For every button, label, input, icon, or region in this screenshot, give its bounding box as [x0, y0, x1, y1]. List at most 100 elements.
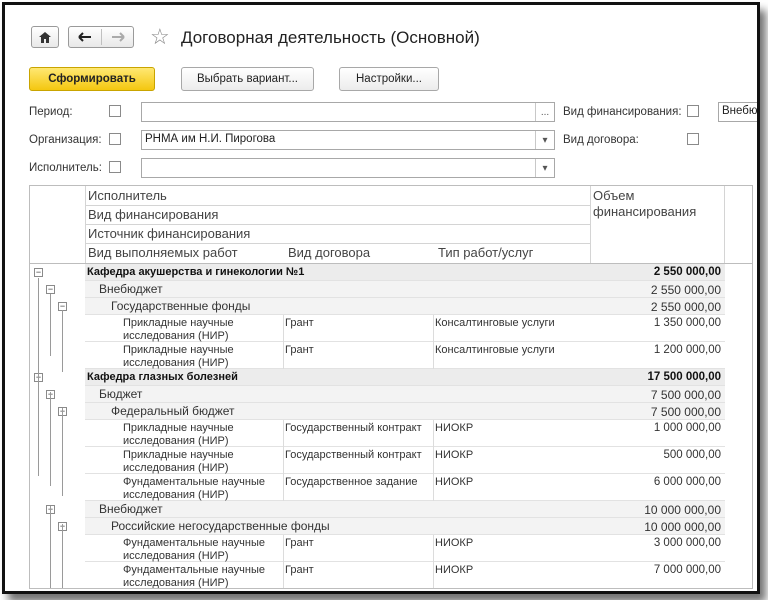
row-name: Кафедра глазных болезней	[87, 371, 238, 383]
executor-label: Исполнитель:	[29, 162, 102, 174]
row-name: Фундаментальные научные исследования (НИ…	[123, 537, 265, 562]
row-amount: 7 500 000,00	[650, 405, 721, 419]
row-amount: 2 550 000,00	[650, 283, 721, 297]
table-row[interactable]: Фундаментальные научные исследования (НИ…	[85, 562, 725, 589]
group-row[interactable]: Федеральный бюджет 7 500 000,00	[85, 403, 725, 420]
table-row[interactable]: Прикладные научные исследования (НИР) Гос…	[85, 447, 725, 474]
org-dropdown-button[interactable]: ▾	[535, 131, 554, 149]
group-row[interactable]: Государственные фонды 2 550 000,00	[85, 298, 725, 315]
row-amount: 2 550 000,00	[653, 266, 721, 278]
arrow-left-icon	[78, 32, 91, 42]
page-title: Договорная деятельность (Основной)	[181, 28, 480, 47]
executor-dropdown-button[interactable]: ▾	[535, 159, 554, 177]
header-divider	[590, 186, 591, 263]
row-amount: 7 000 000,00	[653, 564, 721, 576]
column-divider	[433, 562, 434, 588]
row-name: Российские негосударственные фонды	[111, 519, 330, 533]
row-name: Внебюджет	[99, 282, 163, 296]
table-row[interactable]: Прикладные научные исследования (НИР) Гра…	[85, 342, 725, 369]
group-row[interactable]: Кафедра акушерства и гинекологии №1 2 550…	[85, 264, 725, 281]
star-icon[interactable]: ☆	[150, 24, 170, 50]
org-field[interactable]: РНМА им Н.И. Пирогова ▾	[141, 130, 555, 150]
header-divider	[85, 224, 590, 225]
group-row[interactable]: Внебюджет 10 000 000,00	[85, 501, 725, 518]
back-button[interactable]	[69, 27, 101, 47]
period-checkbox[interactable]	[109, 105, 121, 117]
period-field[interactable]: ...	[141, 102, 555, 122]
table-row[interactable]: Прикладные научные исследования (НИР) Гос…	[85, 420, 725, 447]
row-service-type: НИОКР	[435, 564, 474, 576]
column-divider	[283, 535, 284, 562]
table-row[interactable]: Фундаментальные научные исследования (НИ…	[85, 535, 725, 562]
row-name: Федеральный бюджет	[111, 404, 235, 418]
col-fin-source: Источник финансирования	[88, 226, 251, 241]
column-divider	[433, 420, 434, 447]
tree-line	[50, 392, 51, 486]
row-amount: 1 350 000,00	[653, 317, 721, 329]
generate-button[interactable]: Сформировать	[29, 67, 155, 91]
row-contract-type: Грант	[285, 344, 314, 356]
row-service-type: НИОКР	[435, 537, 474, 549]
col-work-type: Вид выполняемых работ	[88, 245, 238, 260]
fin-type-label: Вид финансирования:	[563, 106, 682, 118]
column-divider	[283, 562, 284, 588]
table-row[interactable]: Прикладные научные исследования (НИР) Гра…	[85, 315, 725, 342]
row-amount: 17 500 000,00	[647, 371, 721, 383]
header-divider	[85, 243, 590, 244]
report-table[interactable]: Исполнитель Вид финансирования Источник …	[29, 185, 753, 589]
group-row[interactable]: Внебюджет 2 550 000,00	[85, 281, 725, 298]
row-amount: 1 000 000,00	[653, 422, 721, 434]
row-name: Прикладные научные исследования (НИР)	[123, 317, 234, 342]
row-amount: 3 000 000,00	[653, 537, 721, 549]
home-button[interactable]	[31, 26, 59, 48]
column-divider	[433, 342, 434, 369]
column-divider	[283, 342, 284, 369]
row-amount: 1 200 000,00	[653, 344, 721, 356]
row-amount: 500 000,00	[663, 449, 721, 461]
row-name: Фундаментальные научные исследования (НИ…	[123, 564, 265, 589]
collapse-toggle-icon[interactable]: −	[34, 268, 43, 277]
tree-line	[38, 278, 39, 476]
group-row[interactable]: Кафедра глазных болезней 17 500 000,00	[85, 369, 725, 386]
row-name: Прикладные научные исследования (НИР)	[123, 449, 234, 474]
select-variant-button[interactable]: Выбрать вариант...	[181, 67, 314, 91]
group-row[interactable]: Российские негосударственные фонды 10 000…	[85, 518, 725, 535]
tree-line	[50, 294, 51, 356]
column-divider	[433, 474, 434, 501]
row-name: Прикладные научные исследования (НИР)	[123, 344, 234, 369]
row-name: Бюджет	[99, 387, 143, 401]
home-icon	[39, 31, 51, 43]
org-checkbox[interactable]	[109, 133, 121, 145]
row-name: Государственные фонды	[111, 299, 251, 313]
table-row[interactable]: Фундаментальные научные исследования (НИ…	[85, 474, 725, 501]
row-contract-type: Грант	[285, 537, 314, 549]
executor-field[interactable]: ▾	[141, 158, 555, 178]
collapse-toggle-icon[interactable]: −	[46, 285, 55, 294]
group-row[interactable]: Бюджет 7 500 000,00	[85, 386, 725, 403]
row-amount: 2 550 000,00	[650, 300, 721, 314]
tree-line	[62, 310, 63, 372]
fin-type-field[interactable]: Внебю	[718, 102, 757, 122]
row-contract-type: Государственный контракт	[285, 422, 422, 434]
row-amount: 7 500 000,00	[650, 388, 721, 402]
period-select-button[interactable]: ...	[535, 103, 554, 121]
row-service-type: НИОКР	[435, 449, 474, 461]
forward-button[interactable]	[102, 27, 134, 47]
column-divider	[283, 474, 284, 501]
row-service-type: НИОКР	[435, 476, 474, 488]
header-divider	[724, 186, 725, 263]
contract-type-checkbox[interactable]	[687, 133, 699, 145]
header-divider	[85, 186, 86, 263]
executor-checkbox[interactable]	[109, 161, 121, 173]
arrow-right-icon	[112, 32, 125, 42]
settings-button[interactable]: Настройки...	[339, 67, 439, 91]
tree-line	[62, 408, 63, 496]
report-window: ☆ Договорная деятельность (Основной) Сфо…	[2, 2, 760, 594]
row-amount: 10 000 000,00	[644, 520, 721, 534]
col-service-type: Тип работ/услуг	[438, 245, 534, 260]
col-contract-type: Вид договора	[288, 245, 371, 260]
row-name: Фундаментальные научные исследования (НИ…	[123, 476, 265, 501]
tree-line	[62, 524, 63, 588]
fin-type-checkbox[interactable]	[687, 105, 699, 117]
row-contract-type: Государственный контракт	[285, 449, 422, 461]
